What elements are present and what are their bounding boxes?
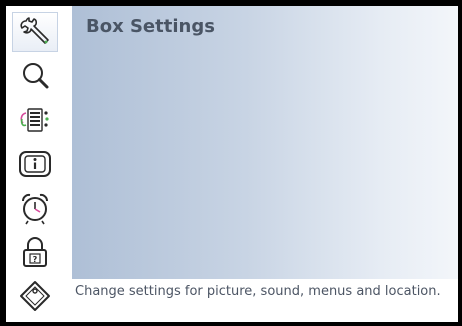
- search-icon: [19, 60, 51, 92]
- menu-item-settings[interactable]: [12, 12, 58, 52]
- info-icon: [18, 149, 52, 179]
- padlock-icon: ?: [20, 235, 50, 269]
- page-title: Box Settings: [86, 16, 215, 37]
- menu-item-search[interactable]: [12, 56, 58, 96]
- settings-frame: ? Box Settings Change settings for pictu…: [6, 6, 458, 322]
- tv-screen: ? Box Settings Change settings for pictu…: [0, 0, 462, 326]
- tag-icon: [18, 279, 52, 313]
- help-description: Change settings for picture, sound, menu…: [75, 284, 441, 299]
- channel-list-icon: [17, 105, 53, 135]
- content-panel: Box Settings: [72, 6, 458, 279]
- svg-text:?: ?: [33, 255, 38, 264]
- menu-item-info[interactable]: [12, 144, 58, 184]
- menu-item-tags[interactable]: [12, 276, 58, 316]
- menu-item-parental-lock[interactable]: ?: [12, 232, 58, 272]
- menu-item-reminders[interactable]: [12, 188, 58, 228]
- alarm-clock-icon: [18, 191, 52, 225]
- menu-item-channels[interactable]: [12, 100, 58, 140]
- menu-sidebar: ?: [6, 6, 72, 322]
- wrench-icon: [16, 15, 54, 49]
